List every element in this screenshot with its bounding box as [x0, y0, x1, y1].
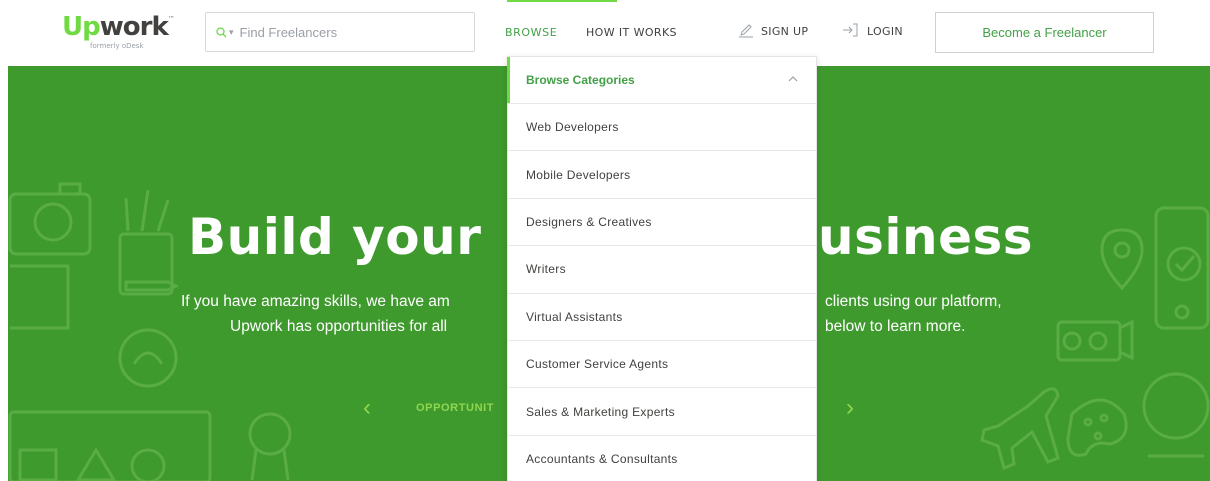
hero-title-left: Build your — [188, 208, 482, 266]
hero-line2-left: Upwork has opportunities for all — [230, 318, 448, 335]
hero-line2-right: below to learn more. — [825, 318, 966, 335]
category-designers-creatives[interactable]: Designers & Creatives — [508, 199, 816, 247]
opportunities-label[interactable]: OPPORTUNIT — [416, 402, 494, 414]
logo-up-text: Up — [62, 12, 101, 42]
search-icon[interactable] — [216, 26, 227, 38]
category-virtual-assistants[interactable]: Virtual Assistants — [508, 294, 816, 341]
login-arrow-icon — [842, 22, 860, 41]
browse-categories-dropdown: Browse Categories Web Developers Mobile … — [507, 56, 817, 481]
logo-tagline: formerly oDesk — [90, 42, 144, 50]
carousel-prev-icon[interactable]: ‹ — [363, 394, 371, 422]
upwork-logo[interactable]: Upwork™ formerly oDesk — [62, 12, 175, 50]
nav-sign-up[interactable]: SIGN UP — [738, 22, 808, 41]
category-writers[interactable]: Writers — [508, 246, 816, 294]
nav-how-it-works[interactable]: HOW IT WORKS — [586, 26, 677, 39]
search-type-caret-icon[interactable]: ▾ — [229, 27, 234, 38]
login-label: LOGIN — [867, 25, 903, 38]
dropdown-header-label: Browse Categories — [526, 73, 635, 87]
category-customer-service-agents[interactable]: Customer Service Agents — [508, 341, 816, 389]
logo-work-text: work — [99, 12, 169, 42]
search-box[interactable]: ▾ — [205, 12, 475, 52]
category-accountants-consultants[interactable]: Accountants & Consultants — [508, 436, 816, 481]
chevron-up-icon[interactable] — [788, 73, 798, 87]
become-freelancer-button[interactable]: Become a Freelancer — [935, 12, 1154, 53]
category-sales-marketing-experts[interactable]: Sales & Marketing Experts — [508, 388, 816, 436]
browse-active-indicator — [507, 0, 617, 2]
dropdown-header[interactable]: Browse Categories — [507, 57, 816, 104]
hero-line1-right: clients using our platform, — [825, 293, 1002, 310]
pencil-icon — [738, 22, 754, 41]
nav-login[interactable]: LOGIN — [842, 22, 903, 41]
sign-up-label: SIGN UP — [761, 25, 809, 38]
nav-browse[interactable]: BROWSE — [505, 26, 557, 39]
hero-line1-left: If you have amazing skills, we have am — [181, 293, 450, 310]
category-web-developers[interactable]: Web Developers — [508, 104, 816, 152]
category-mobile-developers[interactable]: Mobile Developers — [508, 151, 816, 199]
hero-title-right: usiness — [818, 208, 1034, 266]
carousel-next-icon[interactable]: › — [846, 394, 854, 422]
search-input[interactable] — [239, 24, 440, 40]
hero-title: Build your usiness — [188, 208, 1033, 266]
